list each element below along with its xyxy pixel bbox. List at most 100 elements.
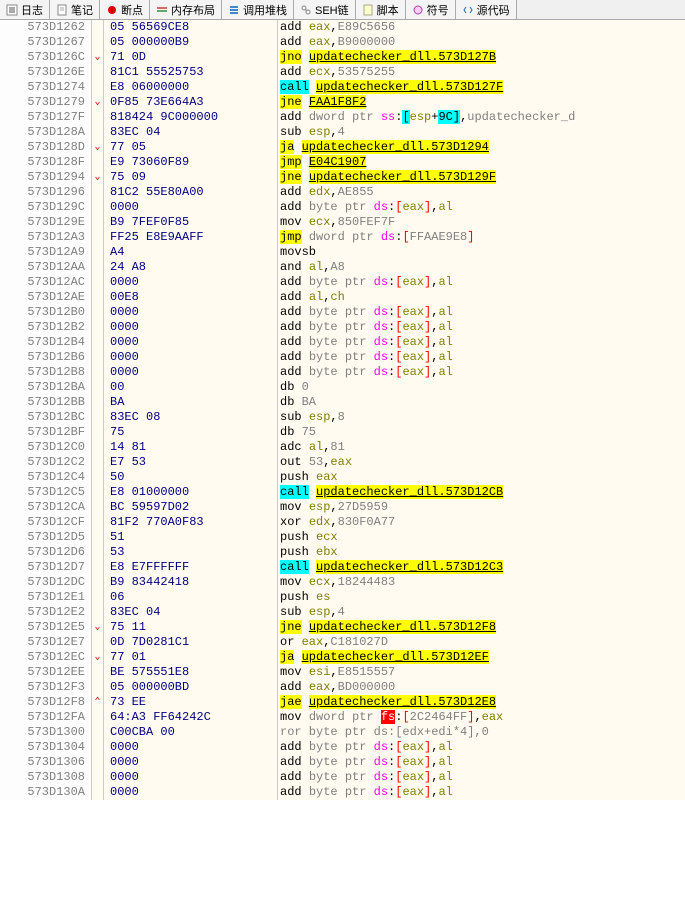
disassembly-row[interactable]: 573D129C0000add byte ptr ds:[eax],al [0,200,685,215]
disassembly-row[interactable]: 573D12C5E8 01000000call updatechecker_dl… [0,485,685,500]
tab-source[interactable]: 源代码 [456,0,517,19]
tab-memory[interactable]: 内存布局 [150,0,222,19]
disassembly-row[interactable]: 573D130A0000add byte ptr ds:[eax],al [0,785,685,800]
disassembly-row[interactable]: 573D12EC⌄77 01ja updatechecker_dll.573D1… [0,650,685,665]
disassembly-row[interactable]: 573D12AC0000add byte ptr ds:[eax],al [0,275,685,290]
disassembly-row[interactable]: 573D12C014 81adc al,81 [0,440,685,455]
disassembly-row[interactable]: 573D12E283EC 04sub esp,4 [0,605,685,620]
register: al [438,350,452,364]
disassembly-row[interactable]: 573D13060000add byte ptr ds:[eax],al [0,755,685,770]
segment: ds [374,275,388,289]
disassembly-row[interactable]: 573D129681C2 55E80A00add edx,AE855 [0,185,685,200]
register: ecx [309,575,331,589]
jump-indicator [92,35,104,50]
disassembly-row[interactable]: 573D12D653push ebx [0,545,685,560]
disassembly-view[interactable]: 573D126205 56569CE8add eax,E89C5656573D1… [0,20,685,800]
jump-indicator [92,155,104,170]
disassembly-row[interactable]: 573D1274E8 06000000call updatechecker_dl… [0,80,685,95]
disassembly-row[interactable]: 573D13040000add byte ptr ds:[eax],al [0,740,685,755]
tab-label: 笔记 [71,2,93,18]
disassembly-row[interactable]: 573D12DCB9 83442418mov ecx,18244483 [0,575,685,590]
address: 573D12B2 [0,320,92,335]
disassembly-row[interactable]: 573D12A3FF25 E8E9AAFFjmp dword ptr ds:[F… [0,230,685,245]
disassembly-row[interactable]: 573D1300C00CBA 00ror byte ptr ds:[edx+ed… [0,725,685,740]
address: 573D12E2 [0,605,92,620]
disassembly-row[interactable]: 573D13080000add byte ptr ds:[eax],al [0,770,685,785]
jump-indicator [92,425,104,440]
instruction: movsb [278,245,685,260]
bytes: 05 000000BD [104,680,278,695]
disassembly-row[interactable]: 573D12E5⌄75 11jne updatechecker_dll.573D… [0,620,685,635]
tab-callstack[interactable]: 调用堆栈 [222,0,294,19]
operand-target: updatechecker_dll.573D12CB [316,485,503,499]
tab-notes[interactable]: 笔记 [50,0,100,19]
bytes: C00CBA 00 [104,725,278,740]
disassembly-row[interactable]: 573D12C450push eax [0,470,685,485]
jump-indicator [92,725,104,740]
disassembly-row[interactable]: 573D12FA64:A3 FF64242Cmov dword ptr fs:[… [0,710,685,725]
disassembly-row[interactable]: 573D126705 000000B9add eax,B9000000 [0,35,685,50]
tab-label: SEH链 [315,2,349,18]
jump-indicator [92,605,104,620]
disassembly-row[interactable]: 573D12B00000add byte ptr ds:[eax],al [0,305,685,320]
disassembly-row[interactable]: 573D12BF75db 75 [0,425,685,440]
address: 573D129E [0,215,92,230]
jump-indicator [92,470,104,485]
disassembly-row[interactable]: 573D12D551push ecx [0,530,685,545]
disassembly-row[interactable]: 573D12CF81F2 770A0F83xor edx,830F0A77 [0,515,685,530]
disassembly-row[interactable]: 573D12F8⌃73 EEjae updatechecker_dll.573D… [0,695,685,710]
disassembly-row[interactable]: 573D12BA00db 0 [0,380,685,395]
disassembly-row[interactable]: 573D12E106push es [0,590,685,605]
jump-indicator [92,395,104,410]
disassembly-row[interactable]: 573D12B40000add byte ptr ds:[eax],al [0,335,685,350]
disassembly-row[interactable]: 573D126C⌄71 0Djno updatechecker_dll.573D… [0,50,685,65]
disassembly-row[interactable]: 573D128D⌄77 05ja updatechecker_dll.573D1… [0,140,685,155]
address: 573D12C4 [0,470,92,485]
operand-target: updatechecker_dll.573D12F8 [309,620,496,634]
disassembly-row[interactable]: 573D12BBBAdb BA [0,395,685,410]
disassembly-row[interactable]: 573D12EEBE 575551E8mov esi,E8515557 [0,665,685,680]
tab-log[interactable]: 日志 [0,0,50,19]
disassembly-row[interactable]: 573D12AA24 A8and al,A8 [0,260,685,275]
tab-symbols[interactable]: 符号 [406,0,456,19]
disassembly-row[interactable]: 573D12B20000add byte ptr ds:[eax],al [0,320,685,335]
disassembly-row[interactable]: 573D126E81C1 55525753add ecx,53575255 [0,65,685,80]
address: 573D126C [0,50,92,65]
address: 573D1262 [0,20,92,35]
bytes: A4 [104,245,278,260]
instruction: jmp E04C1907 [278,155,685,170]
operand-target: updatechecker_dll.573D12EF [302,650,489,664]
disassembly-row[interactable]: 573D12D7E8 E7FFFFFFcall updatechecker_dl… [0,560,685,575]
disassembly-row[interactable]: 573D12E70D 7D0281C1or eax,C181027D [0,635,685,650]
address: 573D129C [0,200,92,215]
tab-seh[interactable]: SEH链 [294,0,356,19]
disassembly-row[interactable]: 573D128A83EC 04sub esp,4 [0,125,685,140]
disassembly-row[interactable]: 573D12BC83EC 08sub esp,8 [0,410,685,425]
register: edx [309,185,331,199]
disassembly-row[interactable]: 573D127F818424 9C000000add dword ptr ss:… [0,110,685,125]
disassembly-row[interactable]: 573D12C2E7 53out 53,eax [0,455,685,470]
disassembly-row[interactable]: 573D12CABC 59597D02mov esp,27D5959 [0,500,685,515]
bytes: BC 59597D02 [104,500,278,515]
disassembly-row[interactable]: 573D12B80000add byte ptr ds:[eax],al [0,365,685,380]
disassembly-row[interactable]: 573D12F305 000000BDadd eax,BD000000 [0,680,685,695]
disassembly-row[interactable]: 573D1294⌄75 09jne updatechecker_dll.573D… [0,170,685,185]
disassembly-row[interactable]: 573D1279⌄0F85 73E664A3jne FAA1F8F2 [0,95,685,110]
disassembly-row[interactable]: 573D128FE9 73060F89jmp E04C1907 [0,155,685,170]
instruction: xor edx,830F0A77 [278,515,685,530]
bytes: 0000 [104,335,278,350]
bytes: 81C2 55E80A00 [104,185,278,200]
register: eax [402,770,424,784]
disassembly-row[interactable]: 573D12AE00E8add al,ch [0,290,685,305]
tab-breakpoints[interactable]: 断点 [100,0,150,19]
immediate: byte ptr [309,320,374,334]
immediate: E8515557 [338,665,396,679]
disassembly-row[interactable]: 573D129EB9 7FEF0F85mov ecx,850FEF7F [0,215,685,230]
disassembly-row[interactable]: 573D126205 56569CE8add eax,E89C5656 [0,20,685,35]
tab-script[interactable]: 脚本 [356,0,406,19]
register: eax [402,365,424,379]
disassembly-row[interactable]: 573D12A9A4movsb [0,245,685,260]
instruction: add ecx,53575255 [278,65,685,80]
register: esi [309,665,331,679]
disassembly-row[interactable]: 573D12B60000add byte ptr ds:[eax],al [0,350,685,365]
